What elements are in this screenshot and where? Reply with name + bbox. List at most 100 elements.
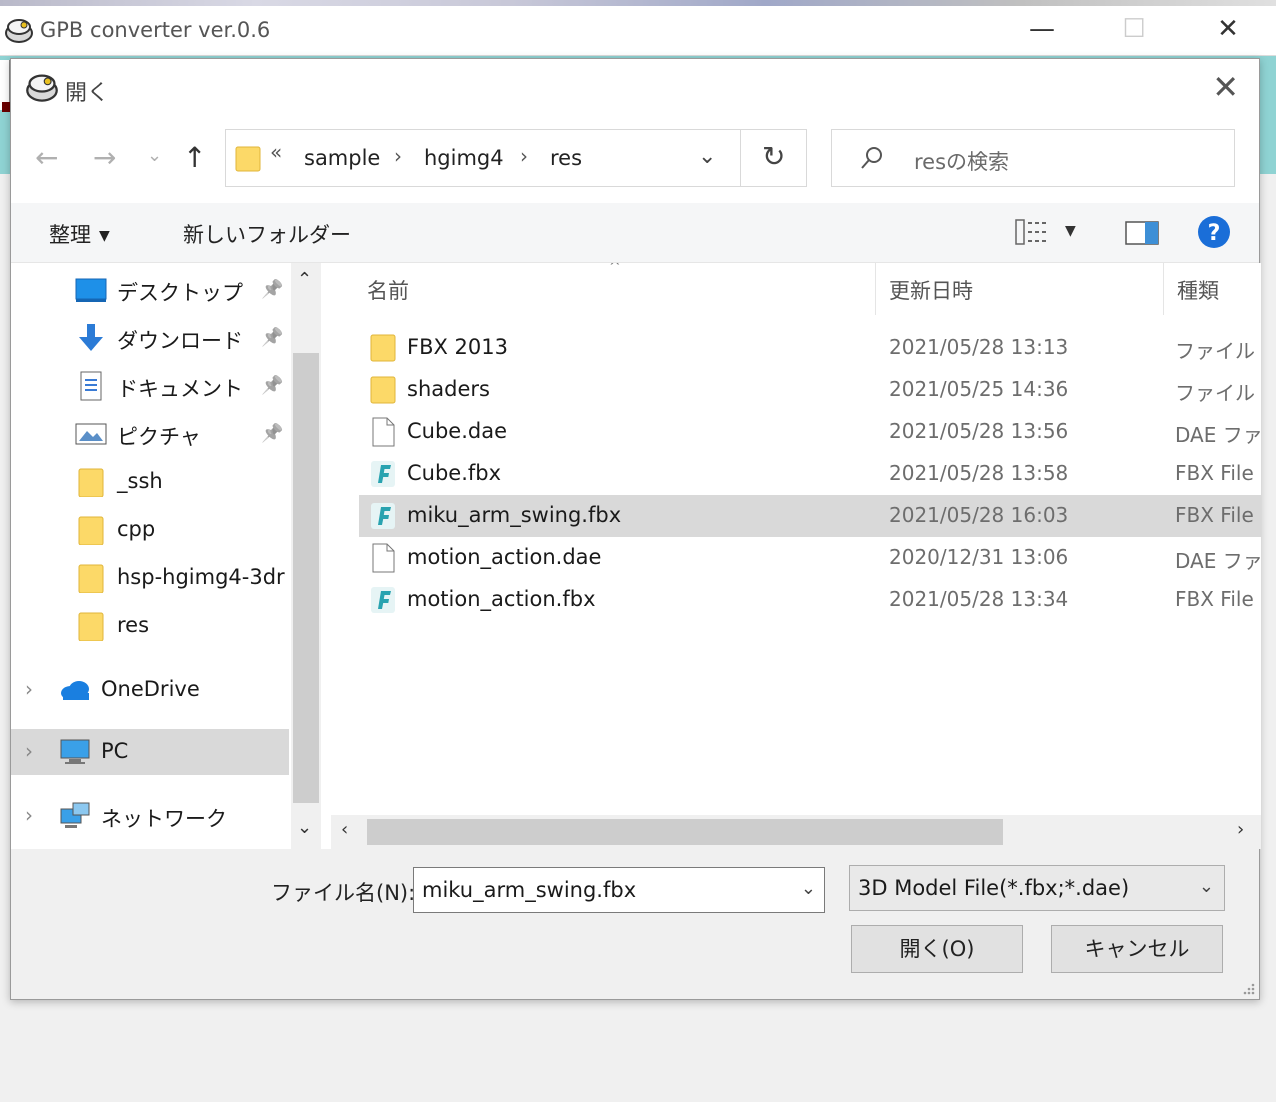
recent-locations-button[interactable]: ⌄ [147, 139, 162, 173]
file-row[interactable]: Cube.dae 2021/05/28 13:56 DAE ファイル [359, 411, 1261, 453]
nav-item-onedrive[interactable]: › OneDrive [11, 667, 289, 713]
column-header-modified[interactable]: 更新日時 [889, 275, 973, 305]
refresh-button[interactable]: ↻ [762, 140, 785, 173]
app-minimize-button[interactable]: — [1020, 12, 1064, 46]
nav-item-network[interactable]: › ネットワーク [11, 793, 289, 839]
nav-item-folder[interactable]: cpp [11, 507, 289, 553]
column-divider[interactable] [1163, 263, 1164, 315]
scroll-up-icon[interactable]: ⌃ [297, 269, 312, 290]
address-overflow-icon[interactable]: « [270, 140, 282, 164]
organize-button[interactable]: 整理 ▼ [49, 219, 110, 249]
app-title: GPB converter ver.0.6 [40, 18, 271, 42]
nav-item-documents[interactable]: ドキュメント 📌 [11, 363, 289, 409]
file-row[interactable]: FBX 2013 2021/05/28 13:13 ファイル フォルダー [359, 327, 1261, 369]
help-icon[interactable]: ? [1197, 215, 1231, 249]
pin-icon[interactable]: 📌 [261, 423, 283, 444]
file-name: miku_arm_swing.fbx [407, 503, 622, 527]
folder-icon [78, 564, 104, 593]
nav-label: ピクチャ [117, 425, 201, 449]
folder-icon [78, 468, 104, 497]
network-icon [60, 802, 90, 828]
address-bar[interactable]: « sample › hgimg4 › res ⌄ ↻ [225, 129, 807, 187]
nav-label: ネットワーク [101, 807, 227, 831]
scrollbar-thumb[interactable] [293, 353, 319, 803]
file-type: DAE ファイル [1175, 423, 1261, 447]
breadcrumb-sample[interactable]: sample [304, 146, 380, 170]
scroll-right-icon[interactable]: › [1237, 819, 1244, 840]
nav-label: res [117, 613, 150, 637]
file-row[interactable]: motion_action.fbx 2021/05/28 13:34 FBX F… [359, 579, 1261, 621]
breadcrumb-hgimg4[interactable]: hgimg4 [424, 146, 504, 170]
nav-item-pictures[interactable]: ピクチャ 📌 [11, 411, 289, 457]
column-header-name[interactable]: 名前 [367, 275, 409, 305]
nav-item-pc[interactable]: › PC [11, 729, 289, 775]
back-button[interactable]: ← [35, 141, 58, 175]
column-header-type[interactable]: 種類 [1177, 275, 1219, 305]
search-box[interactable]: resの検索 [831, 129, 1235, 187]
file-list-scrollbar[interactable]: ‹ › [331, 815, 1261, 849]
file-row-selected[interactable]: miku_arm_swing.fbx 2021/05/28 16:03 FBX … [359, 495, 1261, 537]
forward-button[interactable]: → [93, 141, 116, 175]
preview-pane-icon[interactable] [1125, 219, 1159, 247]
nav-item-desktop[interactable]: デスクトップ 📌 [11, 267, 289, 313]
breadcrumb-res[interactable]: res [550, 146, 582, 170]
pin-icon[interactable]: 📌 [261, 327, 283, 348]
app-left-marker [2, 102, 10, 112]
download-icon [79, 324, 103, 351]
scroll-down-icon[interactable]: ⌄ [297, 817, 312, 838]
scrollbar-thumb[interactable] [367, 819, 1003, 845]
file-modified: 2021/05/25 14:36 [889, 377, 1069, 401]
file-type-select[interactable]: 3D Model File(*.fbx;*.dae) ⌄ [849, 865, 1225, 911]
caret-down-icon: ▼ [99, 228, 110, 244]
expand-chevron-icon[interactable]: › [25, 803, 33, 827]
file-modified: 2020/12/31 13:06 [889, 545, 1069, 569]
nav-item-folder[interactable]: hsp-hgimg4-3dr [11, 555, 289, 601]
file-name: shaders [407, 377, 490, 401]
pin-icon[interactable]: 📌 [261, 279, 283, 300]
file-row[interactable]: shaders 2021/05/25 14:36 ファイル フォルダー [359, 369, 1261, 411]
pictures-icon [75, 423, 107, 445]
pin-icon[interactable]: 📌 [261, 375, 283, 396]
file-list: ^ 名前 更新日時 種類 FBX 2013 2021/05/28 13:13 フ… [331, 263, 1261, 815]
file-name: motion_action.dae [407, 545, 602, 569]
nav-item-folder[interactable]: _ssh [11, 459, 289, 505]
command-toolbar: 整理 ▼ 新しいフォルダー ▼ ? [11, 203, 1259, 263]
address-divider [740, 130, 741, 186]
cancel-button[interactable]: キャンセル [1051, 925, 1223, 973]
file-type: FBX File [1175, 587, 1254, 611]
column-divider[interactable] [875, 263, 876, 315]
file-name: FBX 2013 [407, 335, 508, 359]
up-button[interactable]: ↑ [183, 141, 206, 175]
app-maximize-button[interactable]: ☐ [1112, 12, 1156, 46]
cloud-icon [61, 681, 89, 700]
file-row[interactable]: Cube.fbx 2021/05/28 13:58 FBX File [359, 453, 1261, 495]
filename-input[interactable]: miku_arm_swing.fbx ⌄ [413, 867, 825, 913]
scroll-left-icon[interactable]: ‹ [341, 819, 348, 840]
open-file-dialog: 開く ✕ ← → ⌄ ↑ « sample › hgimg4 › res ⌄ ↻… [10, 58, 1261, 1000]
search-input[interactable]: resの検索 [914, 146, 1009, 176]
open-button[interactable]: 開く(O) [851, 925, 1023, 973]
nav-item-downloads[interactable]: ダウンロード 📌 [11, 315, 289, 361]
address-history-dropdown[interactable]: ⌄ [698, 144, 716, 169]
new-folder-button[interactable]: 新しいフォルダー [183, 219, 351, 249]
fbx-icon [371, 587, 395, 613]
navigation-scrollbar[interactable]: ⌃ ⌄ [291, 263, 321, 849]
desktop-icon [75, 278, 107, 302]
chevron-down-icon[interactable]: ⌄ [1199, 876, 1214, 897]
resize-grip-icon[interactable] [1241, 981, 1255, 995]
breadcrumb-separator[interactable]: › [394, 144, 402, 168]
search-icon [861, 147, 882, 169]
file-row[interactable]: motion_action.dae 2020/12/31 13:06 DAE フ… [359, 537, 1261, 579]
nav-label: OneDrive [101, 677, 200, 701]
app-close-button[interactable]: ✕ [1206, 12, 1250, 46]
chevron-down-icon[interactable]: ⌄ [801, 878, 816, 899]
folder-icon [78, 612, 104, 641]
nav-item-folder[interactable]: res [11, 603, 289, 649]
view-options-dropdown[interactable]: ▼ [1065, 223, 1076, 239]
breadcrumb-separator[interactable]: › [520, 144, 528, 168]
dialog-close-button[interactable]: ✕ [1212, 69, 1239, 105]
expand-chevron-icon[interactable]: › [25, 677, 33, 701]
help-glyph: ? [1208, 221, 1221, 246]
expand-chevron-icon[interactable]: › [25, 739, 33, 763]
view-options-icon[interactable] [1015, 219, 1047, 245]
